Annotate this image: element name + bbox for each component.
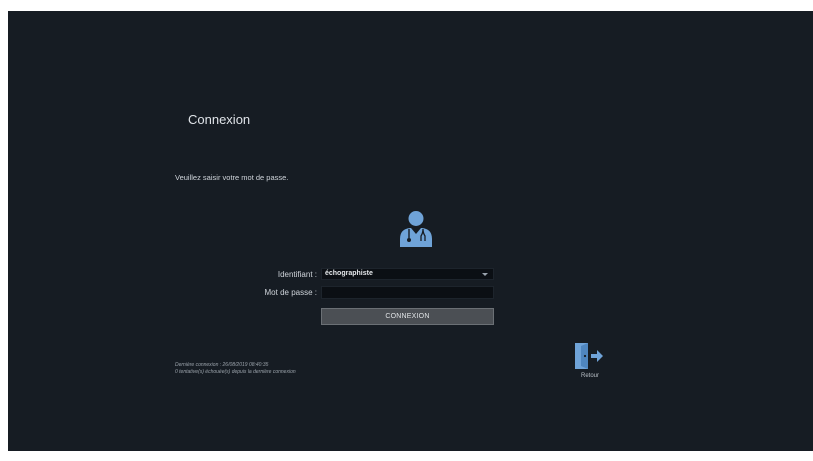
password-label: Mot de passe :: [264, 288, 317, 297]
identifier-select[interactable]: échographiste: [321, 268, 494, 280]
page-title: Connexion: [188, 112, 251, 127]
doctor-user-icon: [400, 211, 432, 247]
identifier-label: Identifiant :: [277, 270, 317, 279]
chevron-down-icon: [482, 273, 488, 276]
exit-door-icon: [575, 343, 603, 369]
password-input[interactable]: [321, 286, 494, 299]
failed-attempts-text: 0 tentative(s) échouée(s) depuis la dern…: [175, 369, 296, 375]
connect-button[interactable]: CONNEXION: [321, 308, 494, 325]
back-button[interactable]: Retour: [570, 343, 610, 383]
login-screen: Connexion Veuillez saisir votre mot de p…: [8, 11, 813, 451]
identifier-value: échographiste: [325, 270, 373, 277]
last-connection-info: Dernière connexion : 26/08/2019 08:40:35…: [175, 362, 296, 376]
instruction-text: Veuillez saisir votre mot de passe.: [175, 173, 289, 182]
back-label: Retour: [580, 373, 599, 379]
last-connection-text: Dernière connexion : 26/08/2019 08:40:35: [175, 362, 269, 368]
